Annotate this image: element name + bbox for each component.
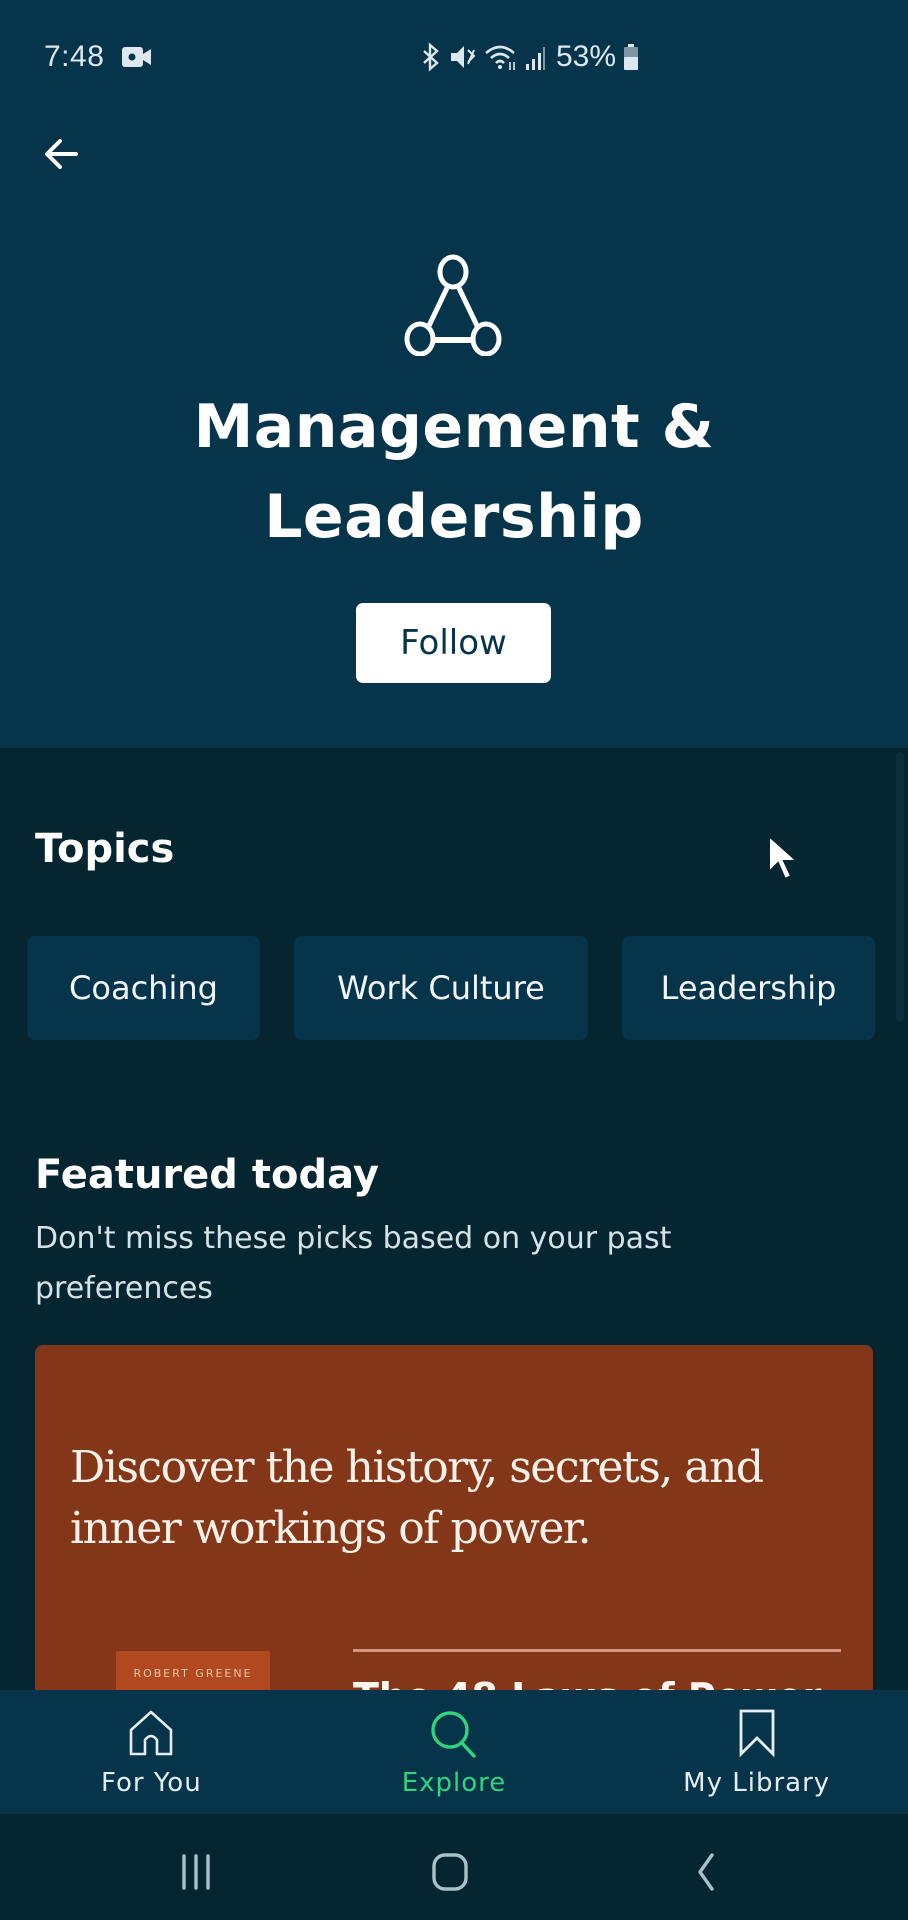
nav-my-library-label: My Library [683,1768,831,1798]
card-divider [353,1649,841,1652]
wifi-icon [485,45,515,70]
search-icon [431,1711,476,1758]
screen-record-icon [122,47,151,67]
topics-heading: Topics [35,826,175,872]
status-time: 7:48 [44,40,105,73]
follow-button[interactable]: Follow [356,603,551,683]
status-bar: 7:48 53% [0,0,908,112]
system-navigation-bar [0,1814,908,1920]
scrollbar[interactable] [896,752,904,1022]
bluetooth-icon [423,42,439,72]
mute-icon [451,46,476,68]
nav-explore-label: Explore [401,1768,507,1798]
mouse-cursor-icon [768,834,800,881]
bottom-navigation: For You Explore My Library [0,1690,908,1814]
book-cover-author: ROBERT GREENE [133,1667,253,1680]
topic-chip-coaching[interactable]: Coaching [27,936,260,1040]
page-title-line-2: Leadership [264,482,644,552]
page-title-line-1: Management & [193,392,715,462]
topic-header: 7:48 53% Management & Leadership Follow [0,0,908,748]
back-chevron-icon[interactable] [684,1850,728,1894]
featured-subtitle: Don't miss these picks based on your pas… [35,1221,672,1306]
recents-icon[interactable] [174,1850,218,1894]
battery-percent: 53% [556,40,617,73]
topic-page: 7:48 53% Management & Leadership Follow … [0,0,908,1920]
bookmark-icon [739,1709,775,1758]
topic-chip-work-culture[interactable]: Work Culture [294,936,588,1040]
home-icon [130,1710,173,1756]
network-triangle-icon [404,254,502,356]
back-arrow-icon[interactable] [38,130,86,178]
home-circle-icon[interactable] [428,1850,472,1894]
featured-heading: Featured today [35,1152,379,1198]
topics-list: Coaching Work Culture Leadership [27,936,908,1040]
page-title: Management & Leadership [0,382,908,562]
signal-icon [526,47,545,70]
nav-my-library[interactable]: My Library [605,1690,908,1814]
featured-tagline: Discover the history, secrets, and inner… [70,1442,764,1554]
battery-icon [624,44,639,70]
nav-explore[interactable]: Explore [303,1690,606,1814]
status-icons: 53% [420,40,640,74]
nav-for-you[interactable]: For You [0,1690,303,1814]
topic-chip-leadership[interactable]: Leadership [622,936,875,1040]
nav-for-you-label: For You [100,1768,202,1798]
